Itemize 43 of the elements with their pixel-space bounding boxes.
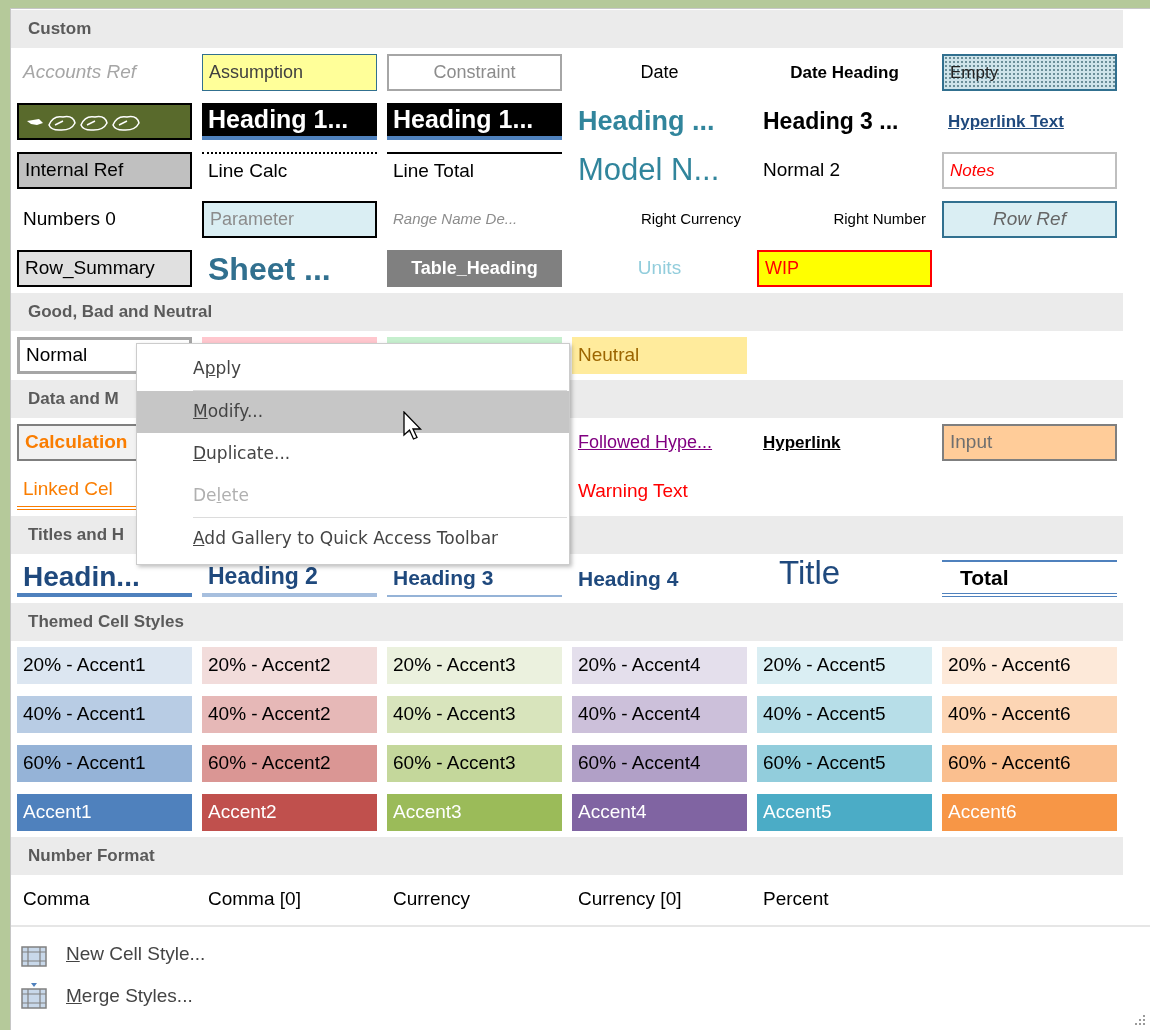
cell-style-swatch[interactable]: Empty (942, 54, 1117, 91)
cell-style-swatch[interactable]: 40% - Accent1 (17, 696, 192, 733)
cell-style-swatch[interactable]: Row_Summary (17, 250, 192, 287)
cell-style-swatch[interactable]: Table_Heading (387, 250, 562, 287)
merge-table-icon (21, 982, 47, 1010)
cell-style-swatch[interactable]: 40% - Accent5 (757, 696, 932, 733)
cell-style-swatch[interactable]: Heading 1... (202, 103, 377, 140)
footer-menu-item[interactable]: Merge Styles... (66, 981, 193, 1011)
section-header: Good, Bad and Neutral (11, 293, 1123, 331)
cell-style-swatch[interactable]: Accent1 (17, 794, 192, 831)
footer-menu-item[interactable]: New Cell Style... (66, 939, 206, 969)
cell-style-swatch[interactable] (17, 103, 192, 140)
cell-style-swatch[interactable]: Heading 1... (387, 103, 562, 140)
context-menu-item[interactable]: Modify... (137, 391, 569, 433)
cell-style-swatch[interactable]: Accent4 (572, 794, 747, 831)
cell-style-swatch[interactable]: 40% - Accent4 (572, 696, 747, 733)
cell-style-swatch[interactable]: 60% - Accent6 (942, 745, 1117, 782)
cell-style-swatch[interactable]: 60% - Accent4 (572, 745, 747, 782)
cell-style-swatch[interactable]: 20% - Accent2 (202, 647, 377, 684)
cursor-icon (403, 411, 425, 443)
cell-style-swatch[interactable]: 60% - Accent2 (202, 745, 377, 782)
section-header: Custom (11, 10, 1123, 48)
cell-style-swatch[interactable]: 60% - Accent3 (387, 745, 562, 782)
cell-style-swatch[interactable]: Assumption (202, 54, 377, 91)
cell-style-swatch[interactable]: 60% - Accent5 (757, 745, 932, 782)
cell-style-swatch[interactable]: 40% - Accent6 (942, 696, 1117, 733)
section-header: Number Format (11, 837, 1123, 875)
resize-grip-icon (1134, 1014, 1146, 1026)
section-header: Themed Cell Styles (11, 603, 1123, 641)
cell-style-swatch[interactable]: 40% - Accent3 (387, 696, 562, 733)
cell-style-swatch[interactable]: Accent2 (202, 794, 377, 831)
cell-style-swatch[interactable]: 20% - Accent4 (572, 647, 747, 684)
cell-style-swatch[interactable]: Internal Ref (17, 152, 192, 189)
cell-style-swatch[interactable]: Notes (942, 152, 1117, 189)
cell-style-swatch[interactable]: 20% - Accent6 (942, 647, 1117, 684)
cell-style-swatch[interactable]: Neutral (572, 337, 747, 374)
cell-style-swatch[interactable]: WIP (757, 250, 932, 287)
cell-style-swatch[interactable]: 20% - Accent5 (757, 647, 932, 684)
cell-style-swatch[interactable]: 40% - Accent2 (202, 696, 377, 733)
cell-style-swatch[interactable]: 60% - Accent1 (17, 745, 192, 782)
cell-style-swatch[interactable]: 20% - Accent1 (17, 647, 192, 684)
cell-style-swatch[interactable]: Row Ref (942, 201, 1117, 238)
cell-style-swatch[interactable]: 20% - Accent3 (387, 647, 562, 684)
